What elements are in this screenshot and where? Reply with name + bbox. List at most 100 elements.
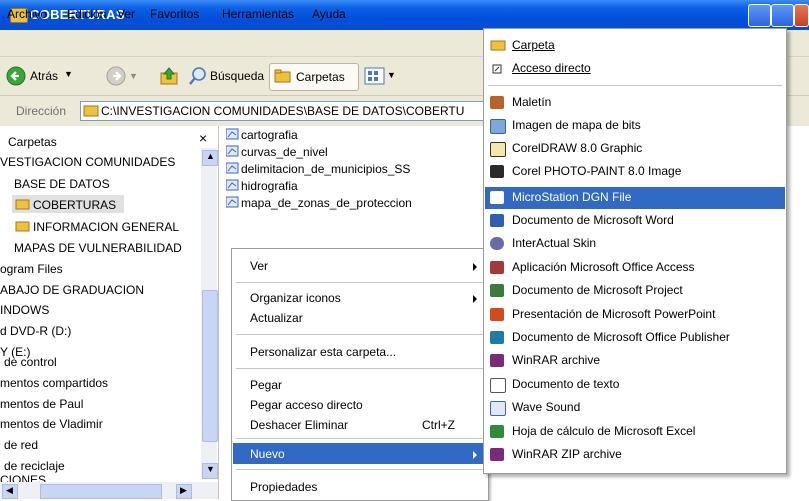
shapefile-icon — [226, 179, 239, 191]
folder-icon — [15, 199, 30, 210]
tree-item[interactable]: de control — [4, 355, 57, 369]
folder-icon — [83, 105, 99, 117]
tree-item[interactable]: de red — [4, 438, 38, 452]
close-pane-button[interactable]: × — [199, 130, 207, 146]
submenu-arrow-icon — [473, 263, 477, 271]
menu-archivo[interactable]: Archivo — [7, 7, 47, 21]
shortcut-icon — [492, 64, 502, 74]
menu-separator — [236, 368, 484, 369]
tree-item[interactable]: ogram Files — [0, 262, 63, 276]
menu-herramientas[interactable]: Herramientas — [222, 7, 294, 21]
tree-item[interactable]: INFORMACION GENERAL — [33, 220, 179, 234]
tree-item[interactable]: VESTIGACION COMUNIDADES — [0, 155, 175, 169]
tree-item[interactable]: CIONES — [0, 473, 46, 482]
tree-item[interactable]: mentos de Paul — [0, 397, 83, 411]
menu-item-organizar-iconos[interactable]: Organizar iconos — [250, 291, 341, 305]
winrar-icon — [490, 354, 504, 367]
menu-item-deshacer[interactable]: Deshacer Eliminar — [250, 418, 348, 432]
submenu-item[interactable]: Presentación de Microsoft PowerPoint — [512, 307, 715, 321]
minimize-button[interactable] — [748, 4, 771, 27]
file-item[interactable]: mapa_de_zonas_de_proteccion — [226, 196, 412, 210]
submenu-item[interactable]: Documento de texto — [512, 377, 619, 391]
scroll-right-button[interactable]: ▶ — [176, 484, 192, 499]
chevron-down-icon: ▼ — [206, 464, 215, 474]
submenu-item[interactable]: Aplicación Microsoft Office Access — [512, 260, 695, 274]
menu-item-propiedades[interactable]: Propiedades — [250, 480, 317, 494]
submenu-item[interactable]: Documento de Microsoft Office Publisher — [512, 330, 730, 344]
tree-item[interactable]: mentos compartidos — [0, 376, 108, 390]
views-icon — [364, 67, 385, 85]
text-document-icon — [490, 378, 506, 393]
folders-button[interactable]: Carpetas — [269, 63, 359, 91]
publisher-icon — [490, 331, 504, 344]
submenu-item[interactable]: WinRAR ZIP archive — [512, 447, 622, 461]
submenu-item[interactable]: Maletín — [512, 95, 551, 109]
submenu-item[interactable]: Wave Sound — [512, 400, 580, 414]
new-submenu: Carpeta Acceso directo Maletín Imagen de… — [483, 28, 787, 474]
file-item[interactable]: cartografia — [226, 128, 298, 142]
menu-edicion[interactable]: Edición — [67, 7, 106, 21]
back-button[interactable]: Atrás ▼ — [6, 64, 73, 88]
shapefile-icon — [226, 128, 239, 140]
tree-item[interactable]: ABAJO DE GRADUACION — [0, 283, 144, 297]
menu-item-ver[interactable]: Ver — [250, 259, 268, 273]
submenu-item[interactable]: CorelDRAW 8.0 Graphic — [512, 141, 642, 155]
close-button[interactable] — [794, 4, 809, 27]
menu-separator — [488, 85, 782, 86]
address-label: Dirección — [16, 104, 67, 118]
interactual-icon — [490, 237, 504, 250]
submenu-item[interactable]: Imagen de mapa de bits — [512, 118, 641, 132]
scroll-down-button[interactable]: ▼ — [202, 463, 218, 479]
tree-item[interactable]: MAPAS DE VULNERABILIDAD — [14, 241, 182, 255]
tree-item[interactable]: mentos de Vladimir — [0, 417, 103, 431]
shortcut-label: Ctrl+Z — [422, 418, 455, 432]
back-dropdown-icon[interactable]: ▼ — [64, 69, 73, 79]
menu-ver[interactable]: Ver — [117, 7, 135, 21]
submenu-item[interactable]: Hoja de cálculo de Microsoft Excel — [512, 424, 695, 438]
submenu-item[interactable]: Documento de Microsoft Word — [512, 213, 674, 227]
menu-item-personalizar[interactable]: Personalizar esta carpeta... — [250, 345, 396, 359]
file-item[interactable]: delimitacion_de_municipios_SS — [226, 162, 410, 176]
submenu-item-carpeta[interactable]: Carpeta — [512, 38, 555, 52]
forward-dropdown-icon[interactable]: ▼ — [129, 71, 138, 81]
maximize-button[interactable] — [771, 4, 794, 27]
menu-item-pegar[interactable]: Pegar — [250, 378, 282, 392]
tree-item[interactable]: de reciclaje — [4, 459, 65, 473]
menu-favoritos[interactable]: Favoritos — [150, 7, 199, 21]
folders-icon — [274, 69, 291, 83]
forward-button[interactable] — [106, 66, 126, 86]
context-menu: Ver Organizar iconos Actualizar Personal… — [231, 248, 489, 501]
tree-item[interactable]: COBERTURAS — [33, 198, 116, 212]
tree-item[interactable]: BASE DE DATOS — [14, 177, 110, 191]
search-label: Búsqueda — [210, 69, 265, 83]
submenu-item-acceso-directo[interactable]: Acceso directo — [512, 61, 591, 75]
winrar-zip-icon — [490, 448, 504, 461]
file-item[interactable]: curvas_de_nivel — [226, 145, 328, 159]
briefcase-icon — [490, 96, 504, 109]
submenu-item[interactable]: Documento de Microsoft Project — [512, 283, 683, 297]
menu-separator — [236, 282, 484, 283]
up-folder-button[interactable] — [159, 66, 179, 86]
folder-icon — [15, 221, 30, 232]
folders-label: Carpetas — [296, 70, 345, 84]
submenu-item[interactable]: InterActual Skin — [512, 236, 596, 250]
menu-ayuda[interactable]: Ayuda — [312, 7, 346, 21]
submenu-arrow-icon — [473, 451, 477, 459]
menu-item-actualizar[interactable]: Actualizar — [250, 311, 303, 325]
submenu-item[interactable]: Corel PHOTO-PAINT 8.0 Image — [512, 164, 681, 178]
submenu-item[interactable]: WinRAR archive — [512, 353, 600, 367]
back-label: Atrás — [30, 69, 59, 83]
wave-sound-icon — [490, 401, 506, 416]
scrollbar-thumb[interactable] — [202, 290, 218, 442]
views-dropdown-icon[interactable]: ▼ — [387, 70, 396, 80]
search-button[interactable]: Búsqueda — [188, 64, 266, 88]
tree-item[interactable]: INDOWS — [0, 303, 49, 317]
views-button[interactable]: ▼ — [364, 66, 398, 86]
scroll-up-button[interactable]: ▲ — [202, 150, 218, 166]
menu-item-pegar-acceso-directo[interactable]: Pegar acceso directo — [250, 398, 363, 412]
tree-item[interactable]: d DVD-R (D:) — [0, 324, 71, 338]
file-item[interactable]: hidrografia — [226, 179, 298, 193]
scroll-left-button[interactable]: ◀ — [2, 484, 18, 499]
horizontal-scrollbar-thumb[interactable] — [40, 484, 162, 499]
menu-separator — [236, 438, 484, 439]
